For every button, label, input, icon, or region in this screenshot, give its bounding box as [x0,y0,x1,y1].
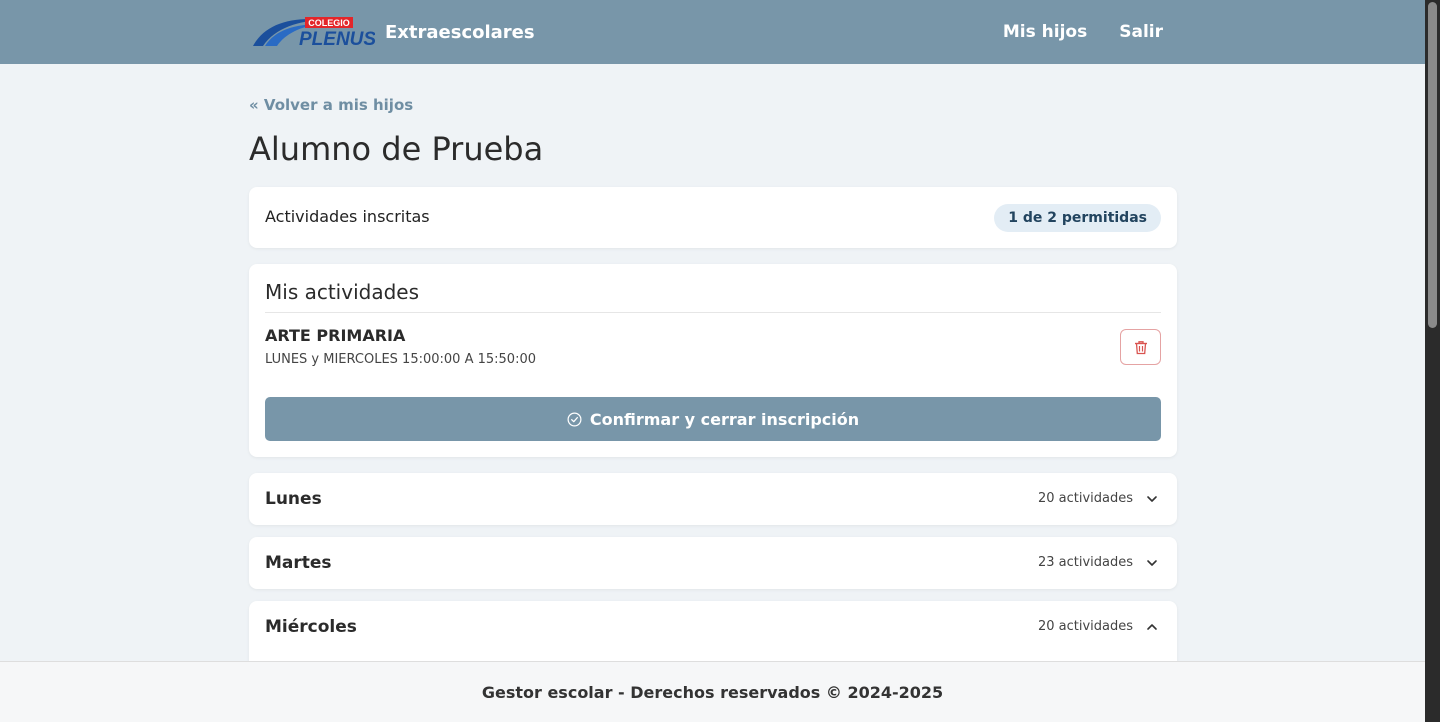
enrolled-count-badge: 1 de 2 permitidas [994,204,1161,232]
logo-top-text: COLEGIO [308,18,350,28]
footer-text: Gestor escolar - Derechos reservados © 2… [481,682,944,702]
logo-text: PLENUS [299,29,375,48]
day-accordion-martes[interactable]: Martes 23 actividades [249,537,1177,589]
vertical-scrollbar[interactable] [1425,0,1440,722]
top-navbar: COLEGIO PLENUS Extraescolares Mis hijos … [0,0,1425,64]
day-accordion-lunes[interactable]: Lunes 20 actividades [249,473,1177,525]
confirm-enrollment-button[interactable]: Confirmar y cerrar inscripción [265,397,1161,441]
day-activity-count: 23 actividades [1037,555,1133,570]
nav-links: Mis hijos Salir [1003,22,1163,42]
navbar-inner: COLEGIO PLENUS Extraescolares Mis hijos … [249,0,1177,64]
nav-link-mis-hijos[interactable]: Mis hijos [1003,22,1087,42]
day-activity-count: 20 actividades [1037,491,1133,506]
chevron-down-icon [1147,496,1157,502]
check-circle-icon [567,412,582,426]
nav-link-salir[interactable]: Salir [1119,22,1163,42]
activity-name: ARTE PRIMARIA [265,326,406,345]
page-viewport: COLEGIO PLENUS Extraescolares Mis hijos … [0,0,1425,722]
day-activity-count: 20 actividades [1037,619,1133,634]
confirm-enrollment-label: Confirmar y cerrar inscripción [589,409,860,429]
logo-graphic: COLEGIO PLENUS [253,17,376,50]
day-name: Lunes [265,489,322,509]
trash-icon [1134,340,1147,354]
plenus-logo[interactable]: COLEGIO PLENUS [251,16,376,50]
page-title: Alumno de Prueba [249,130,544,168]
day-name: Martes [265,553,332,573]
delete-activity-button[interactable] [1120,329,1161,365]
day-name: Miércoles [265,617,357,637]
divider [265,312,1161,313]
enrolled-label: Actividades inscritas [265,207,430,226]
page-footer: Gestor escolar - Derechos reservados © 2… [0,661,1425,722]
my-activities-card: Mis actividades ARTE PRIMARIA LUNES y MI… [249,264,1177,457]
enrolled-summary-card: Actividades inscritas 1 de 2 permitidas [249,187,1177,248]
chevron-up-icon [1147,624,1157,630]
brand-title[interactable]: Extraescolares [385,22,535,43]
scrollbar-thumb[interactable] [1428,2,1437,328]
back-to-children-link[interactable]: « Volver a mis hijos [249,96,413,114]
activity-schedule: LUNES y MIERCOLES 15:00:00 A 15:50:00 [265,352,536,367]
my-activities-title: Mis actividades [265,280,420,304]
chevron-down-icon [1147,560,1157,566]
